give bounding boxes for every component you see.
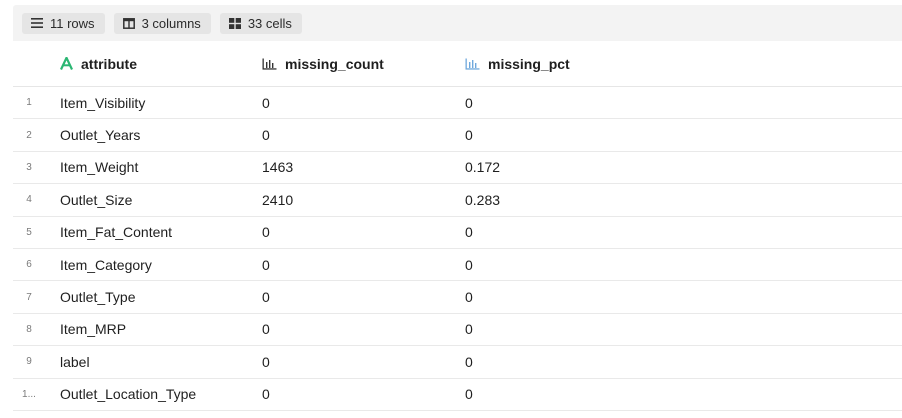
- row-index: 5: [26, 226, 32, 238]
- row-index: 7: [26, 291, 32, 303]
- attribute-cell[interactable]: Outlet_Type: [60, 281, 136, 312]
- table-row[interactable]: 2 Outlet_Years 0 0: [13, 119, 902, 152]
- missing-pct-cell[interactable]: 0: [465, 119, 473, 150]
- missing-pct-cell[interactable]: 0.172: [465, 152, 500, 183]
- missing-pct-cell[interactable]: 0: [465, 379, 473, 410]
- missing-pct-cell[interactable]: 0: [465, 346, 473, 377]
- table-summary-bar: 11 rows 3 columns 33 cells: [13, 5, 902, 41]
- row-index: 3: [26, 161, 32, 173]
- attribute-cell[interactable]: Item_Fat_Content: [60, 217, 172, 248]
- cells-chip[interactable]: 33 cells: [219, 12, 302, 34]
- column-header-attribute[interactable]: attribute: [60, 41, 137, 86]
- table-header: attribute missing_count missing_pct: [13, 41, 902, 87]
- missing-pct-cell[interactable]: 0: [465, 249, 473, 280]
- table-row[interactable]: 4 Outlet_Size 2410 0.283: [13, 184, 902, 217]
- attribute-cell[interactable]: label: [60, 346, 90, 377]
- table-viewer: 11 rows 3 columns 33 cells attribute mis…: [0, 0, 902, 418]
- missing-pct-cell[interactable]: 0: [465, 217, 473, 248]
- attribute-cell[interactable]: Item_Category: [60, 249, 152, 280]
- table-row[interactable]: 8 Item_MRP 0 0: [13, 314, 902, 347]
- column-header-label: missing_count: [285, 55, 384, 72]
- attribute-cell[interactable]: Outlet_Years: [60, 119, 140, 150]
- text-type-icon: [60, 57, 73, 70]
- columns-icon: [122, 17, 135, 29]
- rows-count: 11 rows: [50, 15, 95, 31]
- grid-icon: [228, 17, 241, 29]
- attribute-cell[interactable]: Item_MRP: [60, 314, 126, 345]
- table-row[interactable]: 1... Outlet_Location_Type 0 0: [13, 379, 902, 411]
- missing-count-cell[interactable]: 0: [262, 379, 270, 410]
- row-index: 6: [26, 259, 32, 271]
- missing-count-cell[interactable]: 1463: [262, 152, 293, 183]
- column-header-label: attribute: [81, 55, 137, 72]
- column-header-missing-count[interactable]: missing_count: [262, 41, 384, 86]
- columns-chip[interactable]: 3 columns: [113, 12, 211, 34]
- attribute-cell[interactable]: Item_Visibility: [60, 87, 145, 118]
- columns-count: 3 columns: [141, 15, 201, 31]
- attribute-cell[interactable]: Item_Weight: [60, 152, 138, 183]
- table-row[interactable]: 7 Outlet_Type 0 0: [13, 281, 902, 314]
- missing-pct-cell[interactable]: 0.283: [465, 184, 500, 215]
- missing-count-cell[interactable]: 2410: [262, 184, 293, 215]
- column-header-missing-pct[interactable]: missing_pct: [465, 41, 570, 86]
- missing-count-cell[interactable]: 0: [262, 346, 270, 377]
- row-index: 8: [26, 323, 32, 335]
- bar-chart-icon: [262, 58, 277, 70]
- table-row[interactable]: 6 Item_Category 0 0: [13, 249, 902, 282]
- rows-chip[interactable]: 11 rows: [22, 12, 105, 34]
- cells-count: 33 cells: [247, 15, 292, 31]
- attribute-cell[interactable]: Outlet_Size: [60, 184, 132, 215]
- table-row[interactable]: 1 Item_Visibility 0 0: [13, 87, 902, 120]
- missing-pct-cell[interactable]: 0: [465, 281, 473, 312]
- attribute-cell[interactable]: Outlet_Location_Type: [60, 379, 196, 410]
- table-row[interactable]: 9 label 0 0: [13, 346, 902, 379]
- missing-count-cell[interactable]: 0: [262, 217, 270, 248]
- row-index: 2: [26, 129, 32, 141]
- table-row[interactable]: 5 Item_Fat_Content 0 0: [13, 217, 902, 249]
- missing-count-cell[interactable]: 0: [262, 314, 270, 345]
- row-index: 4: [26, 194, 32, 206]
- row-index: 1...: [22, 388, 36, 400]
- row-index: 1: [26, 97, 32, 109]
- missing-pct-cell[interactable]: 0: [465, 314, 473, 345]
- bar-chart-icon: [465, 58, 480, 70]
- missing-count-cell[interactable]: 0: [262, 119, 270, 150]
- missing-count-cell[interactable]: 0: [262, 87, 270, 118]
- menu-icon: [31, 18, 43, 28]
- table-row[interactable]: 3 Item_Weight 1463 0.172: [13, 152, 902, 185]
- missing-count-cell[interactable]: 0: [262, 249, 270, 280]
- data-table: attribute missing_count missing_pct 1 It…: [13, 41, 902, 411]
- missing-count-cell[interactable]: 0: [262, 281, 270, 312]
- missing-pct-cell[interactable]: 0: [465, 87, 473, 118]
- column-header-label: missing_pct: [488, 55, 570, 72]
- row-index: 9: [26, 356, 32, 368]
